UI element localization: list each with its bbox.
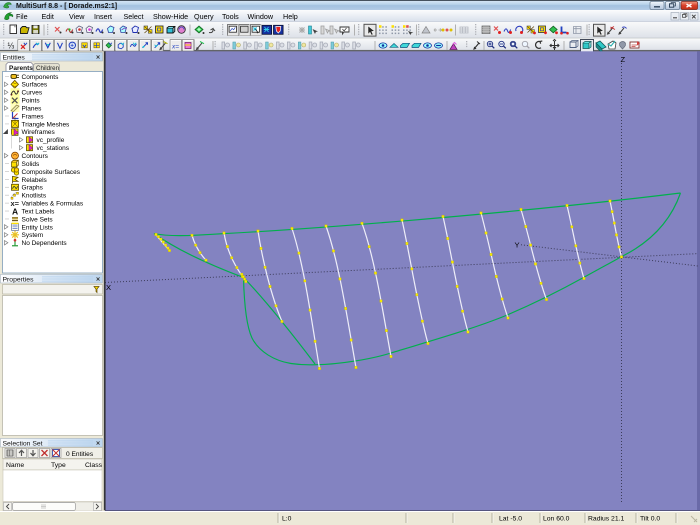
svg-text:File: File bbox=[16, 12, 28, 21]
svg-text:vc_profile: vc_profile bbox=[37, 137, 65, 144]
svg-text:Properties: Properties bbox=[3, 276, 35, 283]
svg-text:vc_stations: vc_stations bbox=[37, 145, 70, 152]
svg-text:Composite Surfaces: Composite Surfaces bbox=[22, 169, 81, 176]
svg-text:System: System bbox=[22, 232, 44, 239]
svg-text:No Dependents: No Dependents bbox=[22, 240, 68, 247]
svg-text:Contours: Contours bbox=[22, 153, 49, 160]
svg-text:×: × bbox=[96, 55, 100, 62]
svg-text:Select: Select bbox=[124, 12, 144, 21]
svg-text:Solids: Solids bbox=[22, 161, 40, 168]
svg-text:Text Labels: Text Labels bbox=[22, 208, 56, 215]
svg-text:Solve Sets: Solve Sets bbox=[22, 216, 54, 223]
svg-text:×: × bbox=[96, 441, 100, 448]
svg-text:Triangle Meshes: Triangle Meshes bbox=[22, 121, 71, 128]
svg-text:x=: x= bbox=[171, 44, 179, 51]
svg-text:Lat -5.0: Lat -5.0 bbox=[499, 516, 522, 523]
svg-text:Tools: Tools bbox=[222, 12, 239, 21]
svg-text:Radius 21.1: Radius 21.1 bbox=[588, 516, 624, 523]
svg-text:Knotlists: Knotlists bbox=[22, 193, 47, 200]
svg-text:⅓: ⅓ bbox=[8, 42, 15, 51]
svg-text:Graphs: Graphs bbox=[22, 185, 44, 192]
svg-text:Entities: Entities bbox=[3, 54, 26, 61]
svg-text:Insert: Insert bbox=[94, 12, 112, 21]
svg-text:Wireframes: Wireframes bbox=[22, 129, 56, 136]
svg-text:Entity Lists: Entity Lists bbox=[22, 224, 54, 231]
svg-text:Selection Set: Selection Set bbox=[3, 440, 43, 447]
svg-text:L:0: L:0 bbox=[282, 516, 292, 523]
svg-text:0 Entities: 0 Entities bbox=[66, 451, 94, 458]
svg-text:Curves: Curves bbox=[22, 90, 43, 97]
svg-text:Z: Z bbox=[621, 55, 626, 64]
svg-text:Planes: Planes bbox=[22, 105, 43, 112]
svg-text:Name: Name bbox=[6, 462, 24, 469]
svg-text:Tilt 0.0: Tilt 0.0 bbox=[640, 516, 660, 523]
svg-text:Edit: Edit bbox=[42, 12, 54, 21]
svg-text:Children: Children bbox=[36, 65, 60, 72]
svg-text:Components: Components bbox=[22, 74, 60, 81]
svg-text:Query: Query bbox=[194, 12, 214, 21]
svg-text:X: X bbox=[106, 283, 111, 292]
svg-text:Relabels: Relabels bbox=[22, 177, 48, 184]
svg-text:Type: Type bbox=[51, 462, 66, 469]
svg-text:Show-Hide: Show-Hide bbox=[153, 12, 188, 21]
svg-text:Points: Points bbox=[22, 98, 41, 105]
svg-text:A: A bbox=[12, 207, 18, 217]
svg-text:Lon 60.0: Lon 60.0 bbox=[543, 516, 570, 523]
svg-text:Surfaces: Surfaces bbox=[22, 82, 48, 89]
svg-text:Parents: Parents bbox=[9, 65, 33, 72]
svg-text:Class: Class bbox=[85, 462, 103, 469]
svg-text:×: × bbox=[96, 277, 100, 284]
svg-text:Window: Window bbox=[248, 12, 274, 21]
svg-text:View: View bbox=[69, 12, 85, 21]
svg-text:Frames: Frames bbox=[22, 113, 45, 120]
svg-text:Help: Help bbox=[283, 12, 298, 21]
svg-text:Variables & Formulas: Variables & Formulas bbox=[22, 201, 84, 208]
svg-text:Y: Y bbox=[515, 241, 520, 250]
svg-text:MultiSurf 8.8 - [ Dorade.ms2:1: MultiSurf 8.8 - [ Dorade.ms2:1] bbox=[16, 3, 117, 10]
